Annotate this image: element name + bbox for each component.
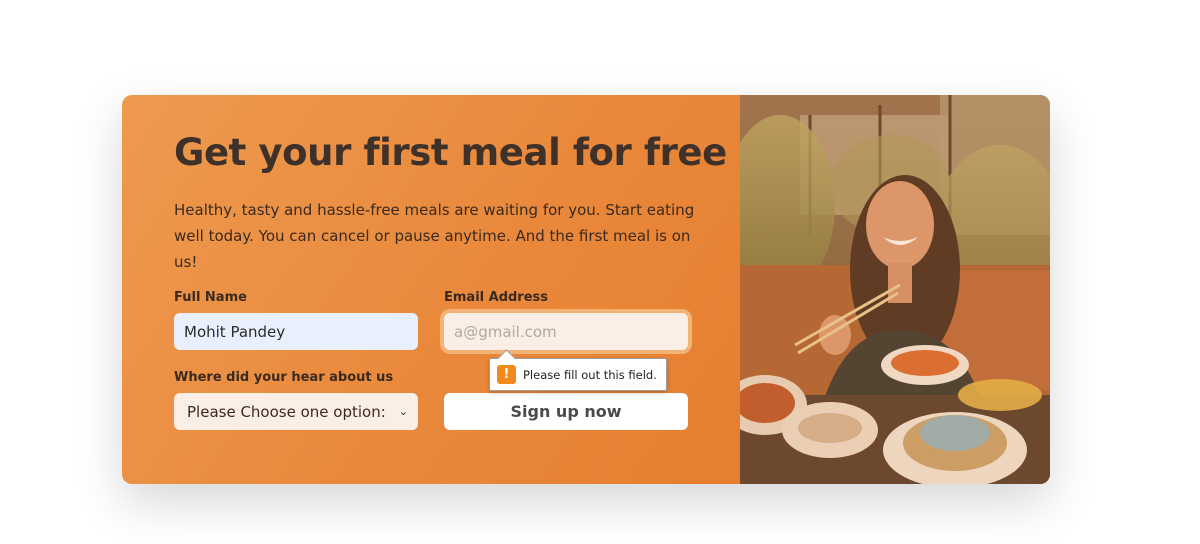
sign-up-button[interactable]: Sign up now — [444, 393, 688, 430]
email-label: Email Address — [444, 290, 549, 305]
source-label: Where did your hear about us — [174, 370, 394, 385]
source-select-value: Please Choose one option: — [187, 402, 386, 421]
validation-message: Please fill out this field. — [523, 367, 657, 382]
signup-card: Get your first meal for free Healthy, ta… — [122, 95, 1050, 484]
source-select[interactable]: Please Choose one option: ⌄ — [174, 393, 418, 430]
full-name-label: Full Name — [174, 290, 247, 305]
hero-photo — [740, 95, 1050, 484]
page-title: Get your first meal for free — [174, 131, 727, 174]
signup-form-panel: Get your first meal for free Healthy, ta… — [122, 95, 740, 484]
chevron-down-icon: ⌄ — [398, 405, 408, 418]
full-name-input[interactable]: Mohit Pandey — [174, 313, 418, 350]
email-input[interactable]: a@gmail.com — [444, 313, 688, 350]
page-description: Healthy, tasty and hassle-free meals are… — [174, 201, 695, 271]
validation-tooltip: ! Please fill out this field. — [489, 358, 667, 391]
warning-icon: ! — [497, 365, 516, 384]
